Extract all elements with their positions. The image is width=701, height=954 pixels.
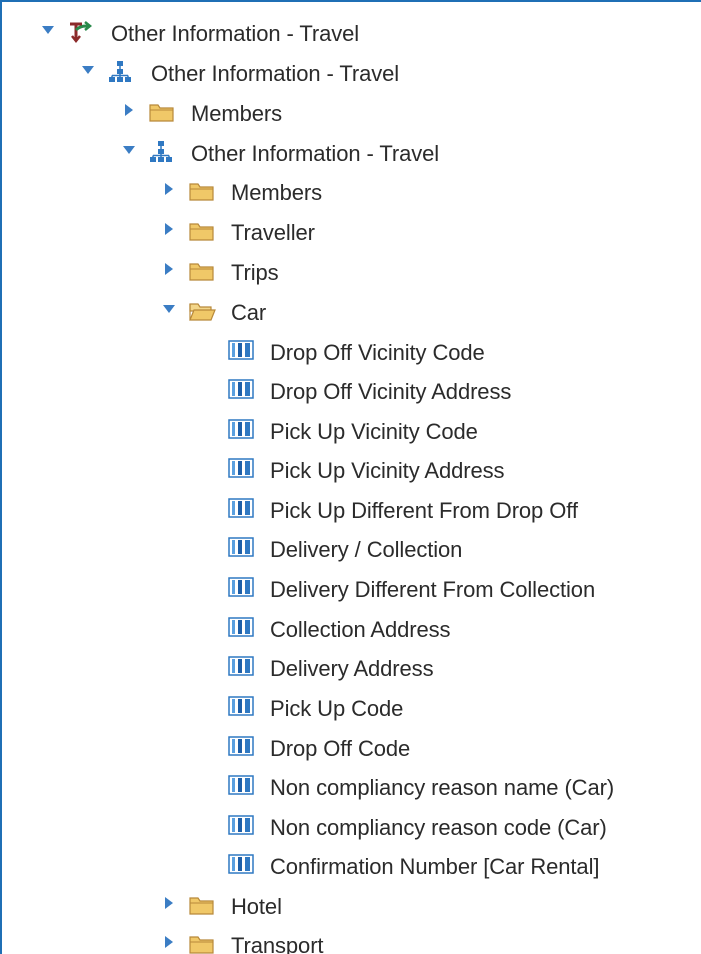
column-attribute-icon xyxy=(228,577,254,597)
tree-node-label: Non compliancy reason code (Car) xyxy=(270,815,607,840)
column-attribute-icon xyxy=(228,656,254,676)
column-attribute-icon xyxy=(228,419,254,439)
tree-node-label: Delivery Different From Collection xyxy=(270,577,596,602)
folder-open-icon xyxy=(189,303,216,321)
tree-node-label: Pick Up Code xyxy=(270,696,404,721)
tree-node-label: Traveller xyxy=(231,220,315,245)
tree-node-label: Non compliancy reason name (Car) xyxy=(270,775,615,800)
tree-node-label: Collection Address xyxy=(270,617,451,642)
column-attribute-icon xyxy=(228,498,254,518)
triangle-down-icon[interactable] xyxy=(121,142,137,158)
folder-icon xyxy=(189,936,214,954)
tree-node-label: Pick Up Vicinity Address xyxy=(270,458,505,483)
tree-node-label: Delivery Address xyxy=(270,656,434,681)
tree-node-label: Members xyxy=(231,180,322,205)
hierarchy-icon xyxy=(109,61,131,82)
triangle-down-icon[interactable] xyxy=(40,22,56,38)
column-attribute-icon xyxy=(228,537,254,557)
tree-node-label: Other Information - Travel xyxy=(191,141,440,166)
tree-node-label: Other Information - Travel xyxy=(151,61,400,86)
folder-icon xyxy=(189,223,214,241)
folder-icon xyxy=(149,104,174,122)
column-attribute-icon xyxy=(228,379,254,399)
triangle-right-icon[interactable] xyxy=(161,181,177,197)
folder-icon xyxy=(189,183,214,201)
tree-node-label: Delivery / Collection xyxy=(270,537,463,562)
tree-node-label: Transport xyxy=(231,933,324,954)
tree-node-label: Drop Off Vicinity Code xyxy=(270,340,485,365)
tree-node-label: Drop Off Code xyxy=(270,736,411,761)
tree-node-label: Members xyxy=(191,101,282,126)
column-attribute-icon xyxy=(228,617,254,637)
tree-node-label: Pick Up Vicinity Code xyxy=(270,419,478,444)
column-attribute-icon xyxy=(228,736,254,756)
tree-node-label: Drop Off Vicinity Address xyxy=(270,379,512,404)
triangle-right-icon[interactable] xyxy=(161,221,177,237)
column-attribute-icon xyxy=(228,696,254,716)
folder-icon xyxy=(189,897,214,915)
triangle-right-icon[interactable] xyxy=(161,934,177,950)
tree-node-label: Car xyxy=(231,300,267,325)
namespace-arrows-icon xyxy=(70,21,93,44)
hierarchy-icon xyxy=(150,141,172,162)
column-attribute-icon xyxy=(228,775,254,795)
triangle-down-icon[interactable] xyxy=(80,62,96,78)
tree-node-label: Hotel xyxy=(231,894,282,919)
triangle-down-icon[interactable] xyxy=(161,301,177,317)
tree-node-label: Pick Up Different From Drop Off xyxy=(270,498,578,523)
triangle-right-icon[interactable] xyxy=(161,895,177,911)
tree-node-label: Confirmation Number [Car Rental] xyxy=(270,854,600,879)
column-attribute-icon xyxy=(228,854,254,874)
tree-node-label: Trips xyxy=(231,260,279,285)
folder-icon xyxy=(189,263,214,281)
column-attribute-icon xyxy=(228,458,254,478)
metadata-tree-panel: Other Information - Travel Other Informa… xyxy=(0,0,701,954)
column-attribute-icon xyxy=(228,815,254,835)
tree-node-label: Other Information - Travel xyxy=(111,21,360,46)
triangle-right-icon[interactable] xyxy=(121,102,137,118)
column-attribute-icon xyxy=(228,340,254,360)
triangle-right-icon[interactable] xyxy=(161,261,177,277)
